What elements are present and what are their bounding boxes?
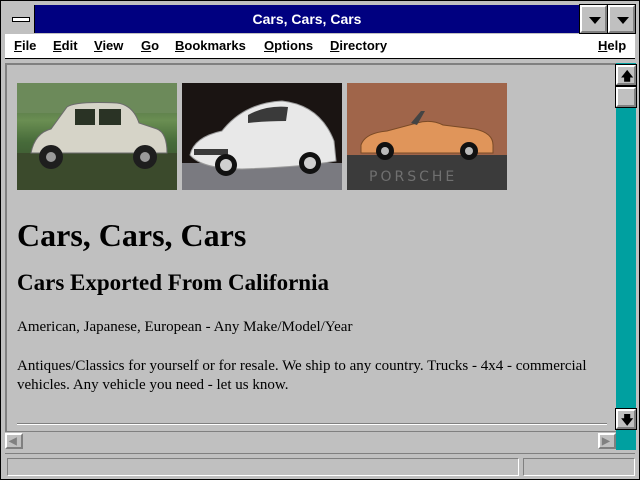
menu-edit[interactable]: Edit <box>53 38 78 53</box>
status-bar <box>5 453 635 476</box>
scrollbar-corner <box>616 431 636 450</box>
page-content[interactable]: PORSCHE Cars, Cars, Cars Cars Exported F… <box>5 63 616 431</box>
menu-go[interactable]: Go <box>141 38 159 53</box>
car-photo-porsche-cabriolet: PORSCHE <box>347 83 507 190</box>
menu-file[interactable]: File <box>14 38 36 53</box>
porsche-logo-text: PORSCHE <box>369 169 457 185</box>
scroll-down-button[interactable]: 🡇 <box>615 408 637 430</box>
paragraph-makes: American, Japanese, European - Any Make/… <box>17 319 353 335</box>
minimize-icon <box>589 17 601 24</box>
system-menu-button[interactable] <box>5 5 35 33</box>
window-title: Cars, Cars, Cars <box>252 11 362 27</box>
status-text <box>7 458 519 476</box>
system-menu-icon <box>12 17 30 22</box>
arrow-right-icon: ▶ <box>602 436 610 447</box>
progress-indicator <box>523 458 635 476</box>
paragraph-shipping: Antiques/Classics for yourself or for re… <box>17 358 587 393</box>
horizontal-rule <box>17 423 607 425</box>
browser-window: Cars, Cars, Cars File Edit View Go Bookm… <box>0 0 640 480</box>
menu-options[interactable]: Options <box>264 38 313 53</box>
scroll-thumb[interactable] <box>615 86 637 108</box>
arrow-left-icon: ◀ <box>9 436 17 447</box>
arrow-up-icon: 🡅 <box>621 69 634 83</box>
page-subheading: Cars Exported From California <box>17 270 329 295</box>
minimize-button[interactable] <box>579 4 608 34</box>
car-photo-white-porsche-959 <box>182 83 342 190</box>
scroll-right-button[interactable]: ▶ <box>598 433 616 449</box>
maximize-button[interactable] <box>607 4 636 34</box>
car-photo-classic-citroen <box>17 83 177 190</box>
menu-help[interactable]: Help <box>598 38 626 53</box>
menu-bookmarks[interactable]: Bookmarks <box>175 38 246 53</box>
arrow-down-icon: 🡇 <box>621 413 634 427</box>
menu-view[interactable]: View <box>94 38 123 53</box>
scroll-left-button[interactable]: ◀ <box>5 433 23 449</box>
menu-directory[interactable]: Directory <box>330 38 387 53</box>
page-heading: Cars, Cars, Cars <box>17 217 247 253</box>
maximize-icon <box>617 17 629 24</box>
scroll-up-button[interactable]: 🡅 <box>615 64 637 86</box>
vertical-scrollbar[interactable]: 🡅 🡇 <box>615 63 637 431</box>
horizontal-scrollbar[interactable]: ◀ ▶ <box>5 431 616 450</box>
title-bar[interactable]: Cars, Cars, Cars <box>5 4 636 34</box>
menu-bar: File Edit View Go Bookmarks Options Dire… <box>5 34 635 59</box>
